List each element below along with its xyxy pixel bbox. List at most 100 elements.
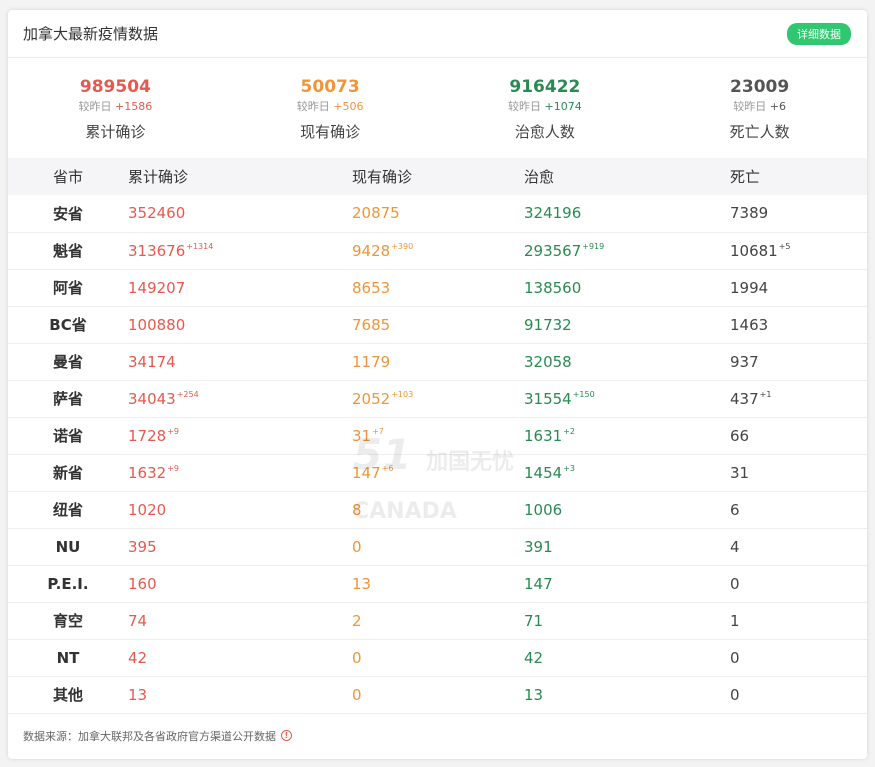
table-row[interactable]: P.E.I. 160 13 147 0 [8,565,867,602]
delta-superscript: +9 [167,463,179,473]
stat-value: 50073 [300,77,360,97]
current-cell: 147+6 [352,463,394,482]
total-cell: 149207 [128,278,186,297]
current-cell: 9428+390 [352,241,414,260]
total-cell: 395 [128,537,157,556]
death-cell: 66 [730,426,750,445]
total-cell: 34043+254 [128,389,199,408]
header-province: 省市 [52,168,83,186]
delta-superscript: +9 [167,426,179,436]
recovered-cell: 293567+919 [524,241,605,260]
current-cell: 8653 [352,278,391,297]
current-cell: 2 [352,611,362,630]
table-row[interactable]: 魁省 313676+1314 9428+390 293567+919 10681+5 [8,232,867,269]
table-row[interactable]: NT 42 0 42 0 [8,639,867,676]
current-cell: 0 [352,648,362,667]
stat-value: 916422 [509,77,581,97]
stat-delta: +506 [333,100,364,113]
stat-recovered: 916422 较昨日 +1074 治愈人数 [438,76,653,158]
table-row[interactable]: 萨省 34043+254 2052+103 31554+150 437+1 [8,380,867,417]
epidemic-card: 加拿大最新疫情数据 详细数据 989504 较昨日 +1586 累计确诊 500… [8,10,867,759]
table-row[interactable]: 新省 1632+9 147+6 1454+3 31 [8,454,867,491]
current-cell: 0 [352,685,362,704]
current-cell: 2052+103 [352,389,414,408]
delta-superscript: +2 [563,426,575,436]
delta-superscript: +7 [372,426,384,436]
recovered-cell: 13 [524,685,544,704]
delta-superscript: +1 [759,389,772,399]
death-cell: 31 [730,463,750,482]
page-title: 加拿大最新疫情数据 [23,25,159,43]
recovered-cell: 32058 [524,352,572,371]
total-cell: 352460 [128,204,186,223]
total-cell: 34174 [128,352,176,371]
table-row[interactable]: 阿省 149207 8653 138560 1994 [8,269,867,306]
table-row[interactable]: 诺省 1728+9 31+7 1631+2 66 [8,417,867,454]
table-row[interactable]: 安省 352460 20875 324196 7389 [8,195,867,232]
delta-superscript: +3 [563,463,575,473]
total-cell: 313676+1314 [128,241,214,260]
stat-label: 累计确诊 [85,123,146,141]
delta-superscript: +150 [572,389,595,399]
delta-superscript: +1314 [186,241,214,251]
total-cell: 42 [128,648,148,667]
table-row[interactable]: 曼省 34174 1179 32058 937 [8,343,867,380]
total-cell: 13 [128,685,148,704]
current-cell: 8 [352,500,362,519]
province-cell: NT [56,648,80,667]
death-cell: 7389 [730,204,769,223]
stat-label: 现有确诊 [300,123,361,141]
province-cell: 育空 [52,612,83,630]
death-cell: 0 [730,648,740,667]
recovered-cell: 1454+3 [524,463,575,482]
header-current: 现有确诊 [352,168,413,186]
death-cell: 1 [730,611,740,630]
table-row[interactable]: 育空 74 2 71 1 [8,602,867,639]
recovered-cell: 71 [524,611,544,630]
recovered-cell: 1006 [524,500,563,519]
stat-current-confirmed: 50073 较昨日 +506 现有确诊 [223,76,438,158]
province-cell: 曼省 [52,353,83,371]
stat-delta-row: 较昨日 +506 [296,100,364,113]
current-cell: 0 [352,537,362,556]
current-cell: 20875 [352,204,400,223]
table-row[interactable]: BC省 100880 7685 91732 1463 [8,306,867,343]
table-body: 安省 352460 20875 324196 7389 魁省 313676+1314 9428… [8,195,867,713]
current-cell: 7685 [352,315,391,334]
data-source-text: 数据来源：加拿大联邦及各省政府官方渠道公开数据 [23,729,276,743]
header-total: 累计确诊 [128,168,189,186]
current-cell: 1179 [352,352,391,371]
header-recovered: 治愈 [524,168,555,186]
info-icon[interactable]: ! [281,730,292,741]
death-cell: 10681+5 [730,241,791,260]
province-cell: 魁省 [52,242,83,260]
stat-total-confirmed: 989504 较昨日 +1586 累计确诊 [8,76,223,158]
recovered-cell: 1631+2 [524,426,575,445]
province-cell: BC省 [49,316,87,334]
delta-superscript: +919 [582,241,605,251]
stat-delta-row: 较昨日 +1586 [78,100,153,113]
delta-superscript: +254 [176,389,199,399]
province-cell: 诺省 [52,427,83,445]
stat-delta: +6 [769,100,786,113]
total-cell: 100880 [128,315,186,334]
province-cell: 安省 [52,204,83,223]
stat-label: 治愈人数 [514,123,575,141]
total-cell: 74 [128,611,148,630]
recovered-cell: 324196 [524,204,582,223]
detail-data-button[interactable]: 详细数据 [787,22,851,45]
total-cell: 1632+9 [128,463,179,482]
province-cell: 纽省 [52,501,83,519]
death-cell: 6 [730,500,740,519]
province-cell: 其他 [52,686,83,704]
summary-stats: 989504 较昨日 +1586 累计确诊 50073 较昨日 +506 现有确… [8,58,867,158]
stat-value: 989504 [79,77,151,97]
province-table: 省市 累计确诊 现有确诊 治愈 死亡 安省 352460 20875 324196 73… [8,158,867,714]
table-row[interactable]: 纽省 1020 8 1006 6 [8,491,867,528]
card-header: 加拿大最新疫情数据 详细数据 [8,10,867,58]
header-deaths: 死亡 [730,168,761,186]
delta-superscript: +6 [381,463,394,473]
table-row[interactable]: NU 395 0 391 4 [8,528,867,565]
table-row[interactable]: 其他 13 0 13 0 [8,676,867,713]
province-cell: 萨省 [52,390,83,408]
